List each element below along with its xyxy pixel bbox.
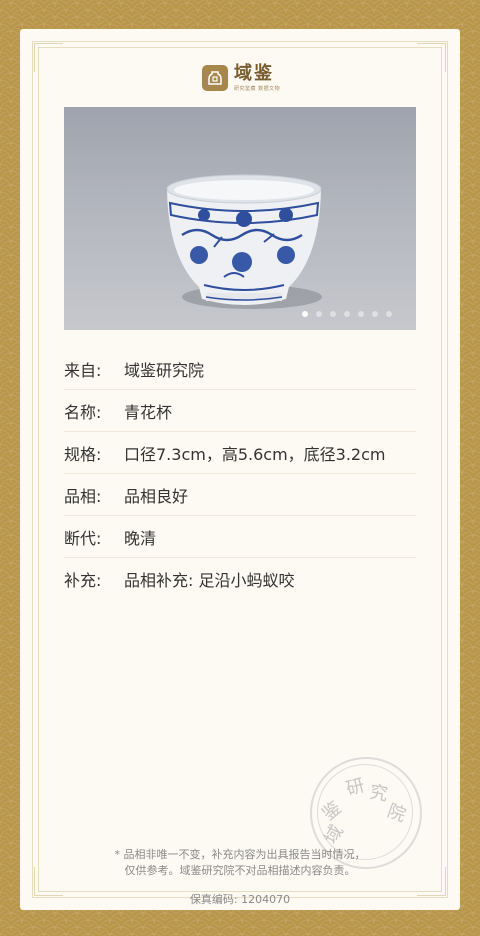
brand-tagline: 研究鉴藏 数据文物 bbox=[234, 86, 281, 92]
detail-label: 品相: bbox=[64, 486, 102, 506]
detail-label: 规格: bbox=[64, 444, 102, 464]
authenticity-code: 保真编码: 1204070 bbox=[20, 891, 460, 907]
detail-label: 来自: bbox=[64, 360, 102, 380]
detail-label: 补充: bbox=[64, 570, 102, 590]
carousel-dot[interactable] bbox=[302, 311, 308, 317]
detail-row-supplement: 补充: 品相补充: 足沿小蚂蚁咬 bbox=[64, 558, 416, 599]
detail-label: 断代: bbox=[64, 528, 102, 548]
detail-value: 品相补充: 足沿小蚂蚁咬 bbox=[124, 570, 295, 590]
item-details: 来自: 域鉴研究院 名称: 青花杯 规格: 口径7.3cm，高5.6cm，底径3… bbox=[64, 348, 416, 599]
code-value: 1204070 bbox=[241, 893, 291, 906]
vase-icon bbox=[202, 65, 228, 91]
detail-label: 名称: bbox=[64, 402, 102, 422]
brand-name: 域鉴 bbox=[234, 63, 274, 84]
carousel-dot[interactable] bbox=[386, 311, 392, 317]
carousel-dot[interactable] bbox=[344, 311, 350, 317]
detail-value: 青花杯 bbox=[124, 402, 173, 422]
carousel-dot[interactable] bbox=[330, 311, 336, 317]
corner-ornament bbox=[34, 43, 63, 72]
corner-ornament bbox=[417, 43, 446, 72]
blue-white-cup-image bbox=[166, 174, 322, 309]
detail-value: 品相良好 bbox=[124, 486, 189, 506]
detail-row-dating: 断代: 晚清 bbox=[64, 516, 416, 558]
detail-row-spec: 规格: 口径7.3cm，高5.6cm，底径3.2cm bbox=[64, 432, 416, 474]
detail-row-source: 来自: 域鉴研究院 bbox=[64, 348, 416, 390]
disclaimer-line-1: * 品相非唯一不变，补充内容为出具报告当时情况， bbox=[114, 848, 366, 861]
certificate-card: 域鉴 研究鉴藏 数据文物 来自: 域鉴研究院 名称: 青花杯 规格: 口径7.3… bbox=[20, 29, 460, 910]
item-photo-carousel[interactable] bbox=[64, 107, 416, 330]
detail-value: 晚清 bbox=[124, 528, 157, 548]
detail-value: 口径7.3cm，高5.6cm，底径3.2cm bbox=[124, 444, 386, 464]
carousel-dots bbox=[302, 311, 392, 317]
detail-value: 域鉴研究院 bbox=[124, 360, 205, 380]
carousel-dot[interactable] bbox=[372, 311, 378, 317]
detail-row-name: 名称: 青花杯 bbox=[64, 390, 416, 432]
carousel-dot[interactable] bbox=[316, 311, 322, 317]
disclaimer-line-2: 仅供参考。域鉴研究院不对品相描述内容负责。 bbox=[124, 864, 356, 877]
detail-row-condition: 品相: 品相良好 bbox=[64, 474, 416, 516]
brand-logo: 域鉴 研究鉴藏 数据文物 bbox=[202, 64, 280, 92]
carousel-dot[interactable] bbox=[358, 311, 364, 317]
code-label: 保真编码: bbox=[189, 893, 238, 906]
